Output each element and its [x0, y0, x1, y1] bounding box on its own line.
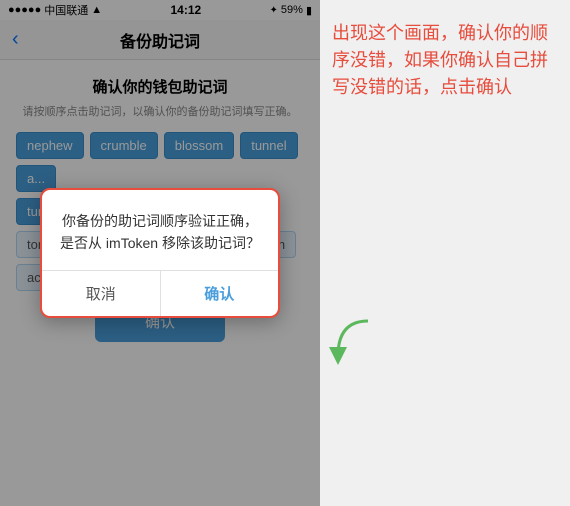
arrow-icon	[328, 316, 378, 366]
modal-button-row: 取消 确认	[42, 270, 278, 316]
modal-message: 你备份的助记词顺序验证正确，是否从 imToken 移除该助记词？	[58, 210, 262, 255]
modal-dialog: 你备份的助记词顺序验证正确，是否从 imToken 移除该助记词？ 取消 确认	[40, 188, 280, 319]
modal-cancel-button[interactable]: 取消	[42, 271, 161, 316]
modal-ok-button[interactable]: 确认	[161, 271, 279, 316]
annotation-panel: 出现这个画面，确认你的顺序没错，如果你确认自己拼写没错的话，点击确认	[320, 0, 570, 506]
modal-overlay: 你备份的助记词顺序验证正确，是否从 imToken 移除该助记词？ 取消 确认	[0, 0, 320, 506]
phone-frame: ●●●●● 中国联通 ▲ 14:12 ✦ 59% ▮ ‹ 备份助记词 确认你的钱…	[0, 0, 320, 506]
annotation-text: 出现这个画面，确认你的顺序没错，如果你确认自己拼写没错的话，点击确认	[332, 20, 558, 101]
